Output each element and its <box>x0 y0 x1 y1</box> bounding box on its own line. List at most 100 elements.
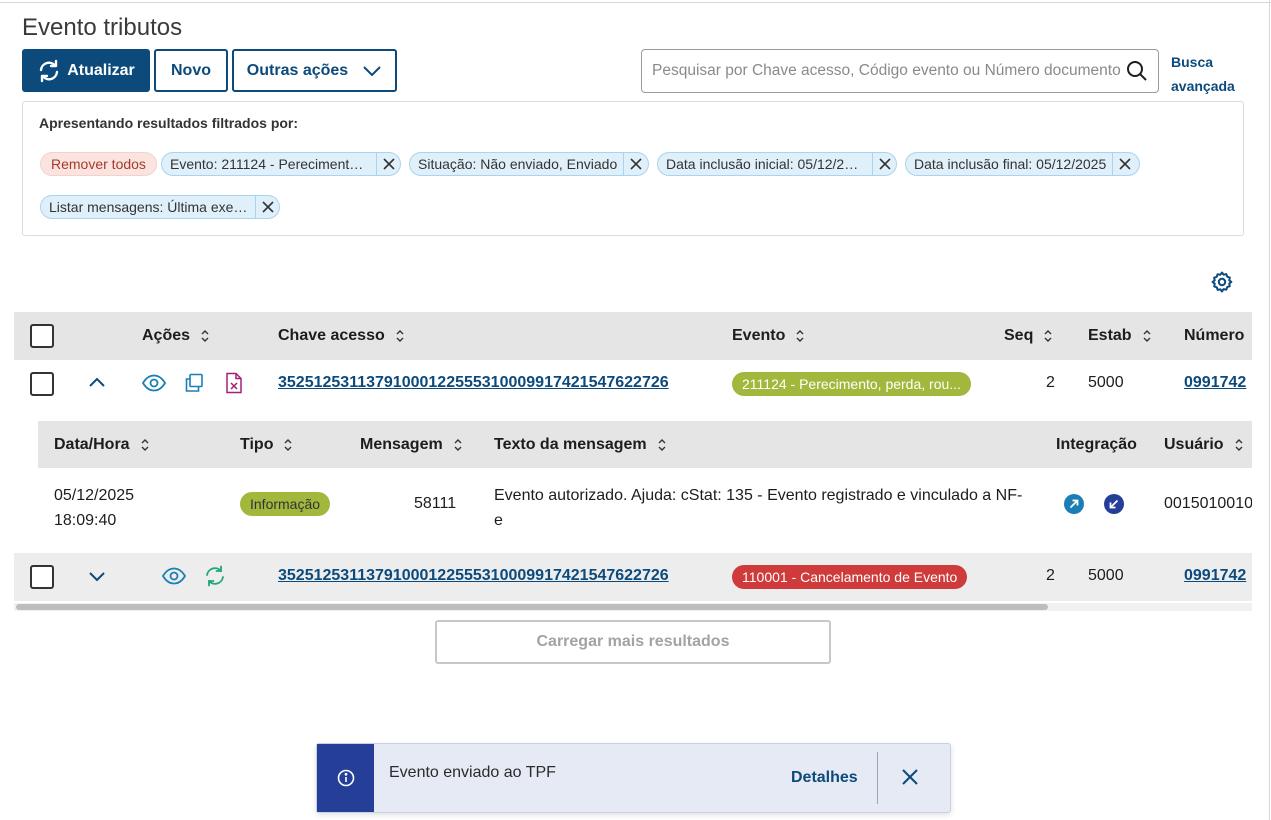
chave-acesso-link[interactable]: 3525125311379100012255531000991742154762… <box>278 374 669 392</box>
texto-mensagem-line: Evento autorizado. Ajuda: cStat: 135 - E… <box>494 487 1023 504</box>
remove-all-chip[interactable]: Remover todos <box>40 152 157 176</box>
copy-icon[interactable] <box>184 373 204 393</box>
numero-link[interactable]: 0991742 <box>1184 374 1246 392</box>
eye-icon[interactable] <box>142 373 166 393</box>
row-checkbox[interactable] <box>30 565 54 589</box>
column-label: Integração <box>1056 435 1137 453</box>
time-value: 18:09:40 <box>54 512 117 529</box>
filter-chip-data-final: Data inclusão final: 05/12/2025 <box>905 152 1140 176</box>
filter-chip-label: Listar mensagens: Última execução <box>49 199 249 215</box>
detail-table-row: 05/12/2025 18:09:40 Informação 58111 Eve… <box>38 468 1252 538</box>
close-icon[interactable] <box>255 196 279 218</box>
load-more-button[interactable]: Carregar mais resultados <box>435 620 831 664</box>
sort-icon <box>658 438 666 451</box>
top-border <box>0 0 1271 3</box>
refresh-label: Atualizar <box>67 61 135 79</box>
sort-icon <box>1044 330 1052 342</box>
numero-link[interactable]: 0991742 <box>1184 567 1246 585</box>
close-icon[interactable] <box>872 153 896 175</box>
chave-acesso-link[interactable]: 3525125311379100012255531000991742154762… <box>278 567 669 585</box>
other-actions-label: Outras ações <box>246 61 349 79</box>
column-label: Tipo <box>240 435 274 453</box>
chevron-up-icon[interactable] <box>88 376 106 388</box>
filter-chip-evento: Evento: 211124 - Perecimento, perda, rou… <box>161 152 401 176</box>
filter-chip-listar-mensagens: Listar mensagens: Última execução <box>40 195 280 219</box>
column-data-hora[interactable]: Data/Hora <box>54 421 150 468</box>
date-value: 05/12/2025 <box>54 487 135 504</box>
toast-notification: Evento enviado ao TPF Detalhes <box>316 743 951 813</box>
incoming-arrow-icon[interactable] <box>1104 494 1124 514</box>
filter-chip-label: Data inclusão final: 05/12/2025 <box>914 156 1107 172</box>
filters-panel: Apresentando resultados filtrados por: R… <box>22 101 1244 236</box>
table-row: 3525125311379100012255531000991742154762… <box>14 553 1252 601</box>
right-border <box>1269 0 1270 820</box>
search-box[interactable] <box>641 49 1159 93</box>
other-actions-button[interactable]: Outras ações <box>232 49 397 92</box>
filter-chip-data-inicial: Data inclusão inicial: 05/12/2025 <box>657 152 897 176</box>
sort-icon <box>454 438 462 451</box>
sort-icon <box>1235 438 1243 451</box>
column-label: Seq <box>1004 327 1034 344</box>
column-label: Usuário <box>1164 435 1224 453</box>
info-icon <box>337 769 354 787</box>
close-icon[interactable] <box>623 153 647 175</box>
sync-icon[interactable] <box>204 565 226 587</box>
chevron-down-icon[interactable] <box>88 571 106 583</box>
scrollbar-thumb[interactable] <box>16 604 1048 610</box>
search-input[interactable] <box>652 62 1126 80</box>
advanced-search-link[interactable]: Busca avançada <box>1171 50 1241 98</box>
usuario-value: 0015010010 <box>1164 495 1252 512</box>
column-mensagem[interactable]: Mensagem <box>360 421 463 468</box>
column-label: Número <box>1184 327 1245 344</box>
column-label: Chave acesso <box>278 327 385 344</box>
sort-icon <box>284 438 292 451</box>
column-texto-mensagem[interactable]: Texto da mensagem <box>494 421 667 468</box>
texto-mensagem-cell: Evento autorizado. Ajuda: cStat: 135 - E… <box>494 483 1022 533</box>
column-acoes[interactable]: Ações <box>142 312 210 360</box>
table-row: 3525125311379100012255531000991742154762… <box>14 360 1252 408</box>
sort-icon <box>796 330 804 342</box>
row-checkbox[interactable] <box>30 372 54 396</box>
column-numero[interactable]: Número <box>1184 312 1244 360</box>
refresh-icon <box>40 59 59 82</box>
sort-icon <box>141 438 149 451</box>
page-title: Evento tributos <box>22 14 183 41</box>
column-usuario[interactable]: Usuário <box>1164 421 1244 468</box>
refresh-button[interactable]: Atualizar <box>22 49 150 92</box>
close-icon[interactable] <box>901 768 919 786</box>
sort-icon <box>201 330 209 342</box>
close-icon[interactable] <box>1112 153 1136 175</box>
sort-icon <box>396 330 404 342</box>
mensagem-value: 58111 <box>414 495 457 512</box>
chevron-down-icon <box>363 65 381 76</box>
column-label: Evento <box>732 327 786 344</box>
filter-chip-label: Data inclusão inicial: 05/12/2025 <box>666 156 866 172</box>
column-label: Estab <box>1088 327 1132 344</box>
new-button[interactable]: Novo <box>154 49 228 92</box>
select-all-checkbox[interactable] <box>30 324 54 348</box>
event-badge: 110001 - Cancelamento de Evento <box>732 565 968 589</box>
eye-icon[interactable] <box>162 566 186 586</box>
page: Evento tributos Atualizar Novo Outras aç… <box>0 0 1271 820</box>
close-icon[interactable] <box>376 153 400 175</box>
filters-label: Apresentando resultados filtrados por: <box>39 115 299 131</box>
column-seq[interactable]: Seq <box>1004 312 1053 360</box>
event-badge: 211124 - Perecimento, perda, rou... <box>732 372 971 396</box>
outgoing-arrow-icon[interactable] <box>1064 494 1084 514</box>
seq-value: 2 <box>1046 567 1055 584</box>
new-label: Novo <box>171 61 211 79</box>
estab-value: 5000 <box>1088 567 1124 584</box>
column-tipo[interactable]: Tipo <box>240 421 293 468</box>
column-estab[interactable]: Estab <box>1088 312 1152 360</box>
column-evento[interactable]: Evento <box>732 312 805 360</box>
filter-chip-label: Situação: Não enviado, Enviado <box>418 156 618 172</box>
datetime-cell: 05/12/2025 18:09:40 <box>54 483 134 533</box>
column-label: Ações <box>142 327 191 344</box>
file-delete-icon[interactable] <box>224 372 244 394</box>
column-chave-acesso[interactable]: Chave acesso <box>278 312 405 360</box>
search-icon[interactable] <box>1126 60 1148 82</box>
horizontal-scrollbar[interactable] <box>14 603 1252 611</box>
gear-icon[interactable] <box>1210 270 1234 294</box>
toast-details-link[interactable]: Detalhes <box>791 769 858 787</box>
toast-accent <box>317 744 374 812</box>
